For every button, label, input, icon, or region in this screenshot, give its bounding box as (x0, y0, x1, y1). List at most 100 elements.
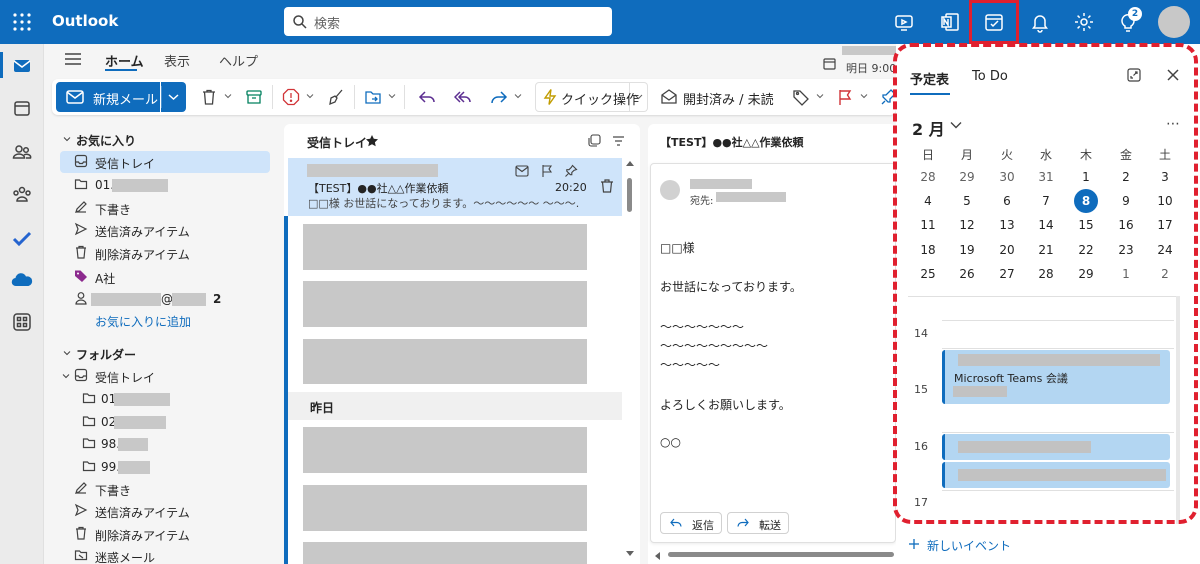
mark-read-icon[interactable] (660, 88, 678, 106)
scroll-down-icon[interactable] (626, 551, 634, 557)
reading-horizontal-scrollbar[interactable] (668, 552, 894, 557)
report-icon[interactable] (282, 88, 300, 106)
delete-icon[interactable] (200, 88, 218, 106)
reply-all-icon[interactable] (454, 88, 472, 106)
body-line: ～～～～～～～～～ (660, 339, 769, 353)
filter-icon[interactable] (612, 135, 625, 147)
gear-icon[interactable] (1072, 10, 1096, 34)
envelope-icon[interactable] (515, 165, 529, 177)
folder-junk-label: 迷惑メール (95, 551, 156, 564)
message-list-scrollbar[interactable] (627, 178, 632, 212)
redacted-sender (690, 179, 752, 189)
favorite-folder-01[interactable]: 01. (60, 174, 270, 196)
archive-icon[interactable] (245, 88, 263, 106)
message-item[interactable] (303, 339, 587, 384)
mail-icon[interactable] (10, 54, 34, 78)
message-item[interactable] (303, 485, 587, 531)
people-icon[interactable] (10, 140, 34, 164)
chevron-down-icon[interactable] (860, 92, 868, 100)
favorite-sent[interactable]: 送信済みアイテム (60, 219, 270, 241)
onenote-icon[interactable] (938, 10, 962, 34)
favorite-inbox[interactable]: 受信トレイ (60, 151, 270, 173)
move-to-folder-icon[interactable] (364, 88, 382, 106)
my-day-icon[interactable] (982, 10, 1006, 34)
chevron-down-icon[interactable] (388, 92, 396, 100)
reply-icon[interactable] (418, 88, 436, 106)
app-name: Outlook (52, 12, 119, 30)
folders-header[interactable]: フォルダー (60, 342, 270, 364)
folder-sent[interactable]: 送信済みアイテム (60, 500, 270, 522)
message-item[interactable] (303, 281, 587, 327)
bell-icon[interactable] (1028, 10, 1052, 34)
plus-icon[interactable] (908, 538, 920, 550)
favorite-person[interactable]: @ 2 (60, 288, 270, 310)
flag-icon[interactable] (541, 164, 553, 178)
pin-icon[interactable] (880, 88, 894, 106)
forward-icon[interactable] (490, 88, 508, 106)
tab-view[interactable]: 表示 (164, 51, 190, 70)
folder-deleted[interactable]: 削除済みアイテム (60, 523, 270, 545)
subfolder-02[interactable]: 02 (60, 411, 270, 433)
chevron-down-icon[interactable] (816, 92, 824, 100)
scroll-left-icon[interactable] (654, 552, 660, 560)
subfolder-98[interactable]: 98. (60, 433, 270, 455)
select-icon[interactable] (588, 134, 601, 147)
hamburger-menu-icon[interactable] (64, 52, 82, 66)
tab-home-underline (105, 69, 137, 71)
junk-icon (74, 548, 88, 562)
search-box[interactable]: 検索 (284, 7, 612, 36)
pencil-icon (74, 481, 88, 495)
reply-icon (670, 518, 682, 528)
message-item[interactable] (303, 427, 587, 473)
folder-icon (82, 459, 96, 473)
flag-icon[interactable] (836, 88, 854, 106)
pin-icon[interactable] (564, 164, 578, 178)
subfolder-99[interactable]: 99. (60, 456, 270, 478)
folder-icon (82, 391, 96, 405)
new-event-button[interactable]: 新しいイベント (927, 537, 1011, 554)
message-item[interactable] (303, 542, 587, 564)
folder-deleted-label: 削除済みアイテム (95, 529, 190, 543)
new-mail-button[interactable]: 新規メール (56, 82, 160, 112)
folder-icon (82, 436, 96, 450)
calendar-icon[interactable] (10, 96, 34, 120)
redacted-text (91, 293, 161, 306)
chevron-down-icon[interactable] (514, 92, 522, 100)
folder-junk[interactable]: 迷惑メール (60, 545, 270, 564)
reply-button[interactable]: 返信 (660, 512, 722, 534)
sweep-icon[interactable] (327, 88, 345, 106)
todo-icon[interactable] (10, 226, 34, 250)
more-apps-icon[interactable] (10, 310, 34, 334)
sender-avatar[interactable] (660, 180, 680, 200)
forward-button[interactable]: 転送 (727, 512, 789, 534)
favorites-header[interactable]: お気に入り (60, 128, 270, 150)
app-rail (0, 44, 44, 564)
quick-steps-label: クイック操作 (561, 93, 640, 108)
mail-compose-icon (66, 90, 84, 104)
favorite-category-a[interactable]: A社 (60, 266, 270, 288)
new-mail-dropdown[interactable] (161, 82, 186, 112)
chevron-down-icon[interactable] (224, 92, 232, 100)
tab-help[interactable]: ヘルプ (219, 51, 258, 70)
tag-icon[interactable] (792, 88, 810, 106)
message-item[interactable] (303, 224, 587, 270)
subfolder-01[interactable]: 01 (60, 388, 270, 410)
folder-drafts[interactable]: 下書き (60, 478, 270, 500)
chevron-down-icon[interactable] (306, 92, 314, 100)
meet-now-icon[interactable] (892, 10, 916, 34)
read-unread-label[interactable]: 開封済み / 未読 (683, 89, 774, 108)
app-launcher-icon[interactable] (12, 12, 32, 32)
body-line: お世話になっております。 (660, 280, 802, 294)
redacted-text (112, 179, 168, 192)
onedrive-icon[interactable] (10, 268, 34, 292)
trash-icon[interactable] (599, 178, 615, 194)
favorite-deleted[interactable]: 削除済みアイテム (60, 242, 270, 264)
user-avatar[interactable] (1158, 6, 1190, 38)
favorite-drafts[interactable]: 下書き (60, 197, 270, 219)
star-icon[interactable] (365, 134, 379, 148)
folder-inbox[interactable]: 受信トレイ (60, 365, 270, 387)
tab-home[interactable]: ホーム (105, 51, 144, 70)
groups-icon[interactable] (10, 182, 34, 206)
scroll-up-icon[interactable] (626, 160, 634, 166)
add-favorite-link[interactable]: お気に入りに追加 (95, 313, 191, 330)
